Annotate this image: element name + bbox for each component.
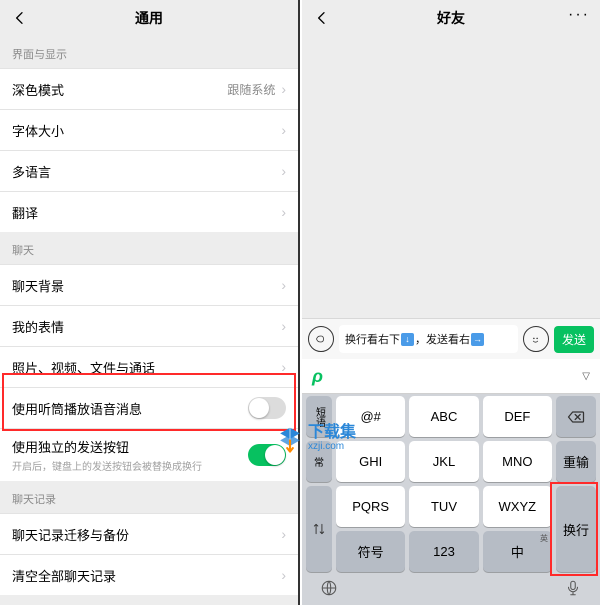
- left-header: 通用: [0, 0, 298, 36]
- row-label: 字体大小: [12, 121, 64, 140]
- row-label: 多语言: [12, 162, 51, 181]
- settings-list: 界面与显示 深色模式 跟随系统 › 字体大小 › 多语言 › 翻译 › 聊天 聊…: [0, 36, 298, 605]
- section-history: 聊天记录: [0, 481, 298, 513]
- row-migrate[interactable]: 聊天记录迁移与备份 ›: [0, 513, 298, 554]
- chevron-right-icon: ›: [281, 567, 286, 583]
- row-font-size[interactable]: 字体大小 ›: [0, 109, 298, 150]
- chevron-right-icon: ›: [281, 122, 286, 138]
- right-header: 好友 ···: [302, 0, 600, 36]
- settings-pane: 通用 界面与显示 深色模式 跟随系统 › 字体大小 › 多语言 › 翻译 › 聊…: [0, 0, 298, 605]
- row-label: 照片、视频、文件与通话: [12, 358, 155, 377]
- voice-input-icon[interactable]: [308, 326, 334, 352]
- chevron-right-icon: ›: [281, 277, 286, 293]
- section-ui: 界面与显示: [0, 36, 298, 68]
- chevron-right-icon: ›: [281, 526, 286, 542]
- keyboard-logo-icon: ρ: [312, 366, 323, 387]
- row-translate[interactable]: 翻译 ›: [0, 191, 298, 232]
- key-abc[interactable]: ABC: [409, 396, 478, 437]
- chevron-right-icon: ›: [281, 359, 286, 375]
- pane-divider: [298, 0, 300, 605]
- chevron-right-icon: ›: [281, 318, 286, 334]
- section-chat: 聊天: [0, 232, 298, 264]
- key-reinput[interactable]: 重输: [556, 441, 596, 482]
- left-title: 通用: [135, 8, 163, 28]
- send-button-toggle[interactable]: [248, 444, 286, 466]
- key-newline[interactable]: 换行: [556, 486, 596, 572]
- key-123[interactable]: 123: [409, 531, 478, 572]
- arrow-down-icon: ↓: [401, 333, 414, 346]
- chevron-right-icon: ›: [281, 81, 286, 97]
- key-wxyz[interactable]: WXYZ: [483, 486, 552, 527]
- key-zhong-label: 中: [511, 542, 524, 561]
- key-lang-switch[interactable]: [306, 486, 332, 572]
- row-desc: 开启后，键盘上的发送按钮会被替换成换行: [12, 458, 202, 473]
- keyboard: ρ ▽ 短语 常 @# ABC DEF GHI JKL MNO PQRS T: [302, 359, 600, 605]
- chat-pane: 好友 ··· 换行看右下 ↓ ，发送看右 → 发送 ρ ▽ 短语 常: [302, 0, 600, 605]
- back-button[interactable]: [8, 6, 32, 30]
- row-label: 翻译: [12, 203, 38, 222]
- keyboard-toolbar[interactable]: ρ ▽: [302, 359, 600, 394]
- key-jkl[interactable]: JKL: [409, 441, 478, 482]
- key-tuv[interactable]: TUV: [409, 486, 478, 527]
- key-zhong[interactable]: 中 英: [483, 531, 552, 572]
- row-label: 深色模式: [12, 80, 64, 99]
- back-button[interactable]: [310, 6, 334, 30]
- emoji-icon[interactable]: [523, 326, 549, 352]
- row-label: 使用独立的发送按钮: [12, 437, 202, 456]
- row-chat-bg[interactable]: 聊天背景 ›: [0, 264, 298, 305]
- key-def[interactable]: DEF: [483, 396, 552, 437]
- arrow-right-icon: →: [471, 333, 484, 346]
- chevron-right-icon: ›: [281, 163, 286, 179]
- key-zhong-sup: 英: [540, 533, 548, 544]
- row-label: 清空全部聊天记录: [12, 566, 116, 585]
- msg-text-a: 换行看右下: [345, 331, 400, 347]
- row-value: 跟随系统: [227, 81, 275, 98]
- chevron-right-icon: ›: [281, 204, 286, 220]
- section-other: 其他: [0, 595, 298, 605]
- input-bar: 换行看右下 ↓ ，发送看右 → 发送: [302, 318, 600, 359]
- more-button[interactable]: ···: [568, 6, 590, 24]
- message-input[interactable]: 换行看右下 ↓ ，发送看右 →: [339, 325, 518, 353]
- keyboard-left-column: 短语 常: [306, 396, 332, 572]
- row-clear-history[interactable]: 清空全部聊天记录 ›: [0, 554, 298, 595]
- send-button[interactable]: 发送: [554, 326, 594, 353]
- key-common[interactable]: 常: [306, 441, 332, 482]
- keyboard-bottom: [302, 575, 600, 605]
- mic-icon[interactable]: [564, 579, 582, 602]
- earpiece-toggle[interactable]: [248, 397, 286, 419]
- row-label: 我的表情: [12, 317, 64, 336]
- row-stickers[interactable]: 我的表情 ›: [0, 305, 298, 346]
- row-language[interactable]: 多语言 ›: [0, 150, 298, 191]
- key-ghi[interactable]: GHI: [336, 441, 405, 482]
- chat-area[interactable]: [302, 36, 600, 333]
- key-phrase[interactable]: 短语: [306, 396, 332, 437]
- keyboard-right-column: 重输 换行: [556, 396, 596, 572]
- key-symbol[interactable]: 符号: [336, 531, 405, 572]
- chevron-down-icon[interactable]: ▽: [582, 371, 590, 382]
- row-send-button[interactable]: 使用独立的发送按钮 开启后，键盘上的发送按钮会被替换成换行: [0, 428, 298, 481]
- row-media[interactable]: 照片、视频、文件与通话 ›: [0, 346, 298, 387]
- row-label: 使用听筒播放语音消息: [12, 399, 142, 418]
- key-at[interactable]: @#: [336, 396, 405, 437]
- key-mno[interactable]: MNO: [483, 441, 552, 482]
- row-label: 聊天记录迁移与备份: [12, 525, 129, 544]
- row-dark-mode[interactable]: 深色模式 跟随系统 ›: [0, 68, 298, 109]
- msg-text-b: ，发送看右: [415, 331, 470, 347]
- key-delete[interactable]: [556, 396, 596, 437]
- row-label: 聊天背景: [12, 276, 64, 295]
- keyboard-main: @# ABC DEF GHI JKL MNO PQRS TUV WXYZ 符号 …: [336, 396, 552, 572]
- row-earpiece[interactable]: 使用听筒播放语音消息: [0, 387, 298, 428]
- key-pqrs[interactable]: PQRS: [336, 486, 405, 527]
- globe-icon[interactable]: [320, 579, 338, 602]
- right-title: 好友: [437, 8, 465, 28]
